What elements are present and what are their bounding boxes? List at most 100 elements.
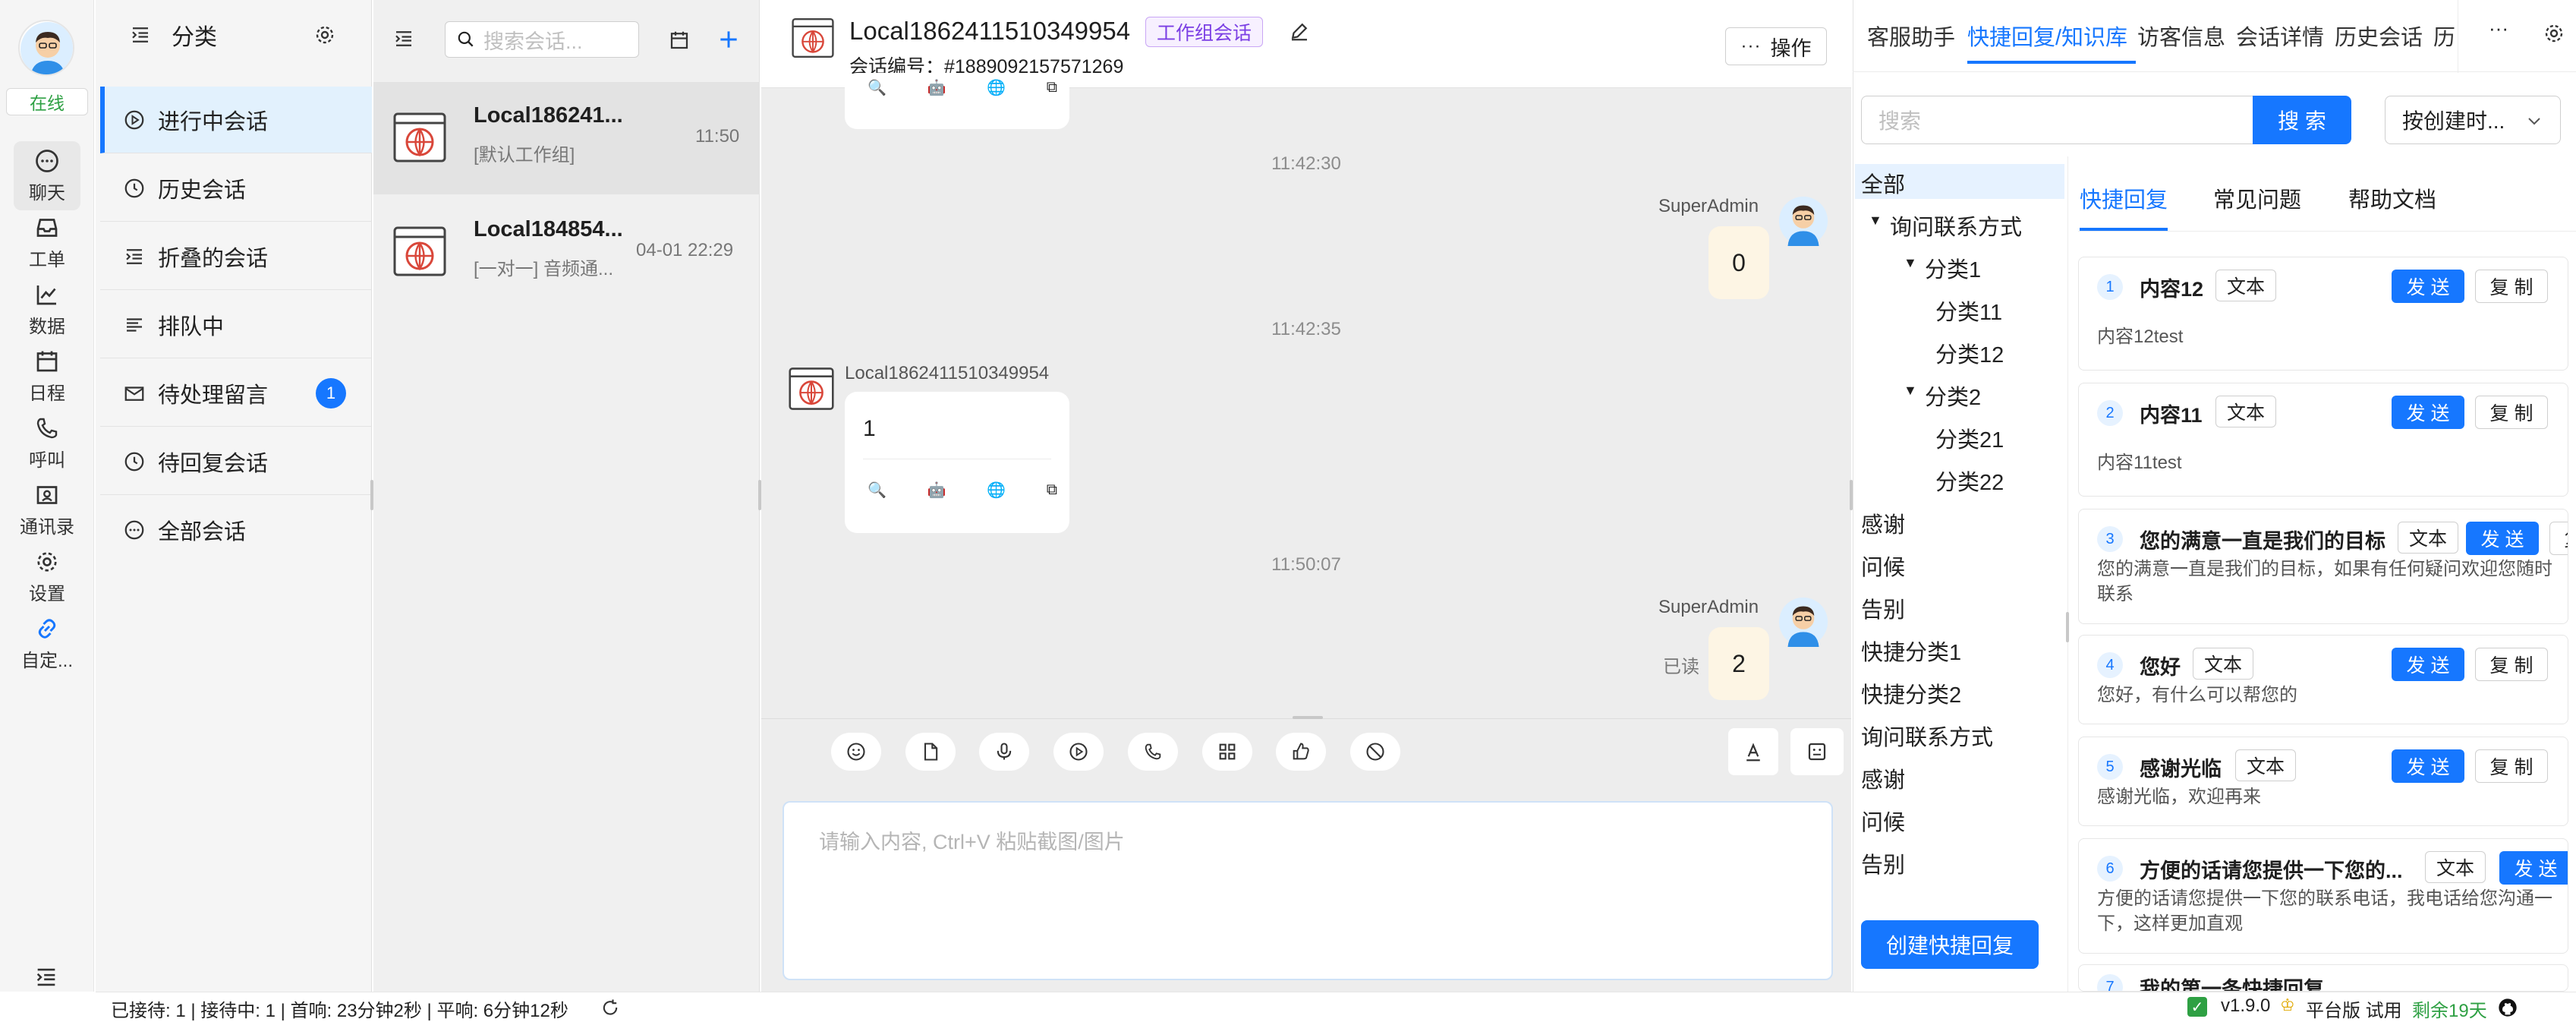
github-icon[interactable]: [2497, 997, 2518, 1018]
copy-button[interactable]: 复 制: [2475, 749, 2548, 783]
copy-button[interactable]: 复 制: [2475, 270, 2548, 303]
conversation-item[interactable]: Local186241... [默认工作组] 11:50: [373, 82, 760, 194]
calendar-icon[interactable]: [668, 29, 691, 52]
tree-item[interactable]: 询问联系方式: [1861, 720, 1993, 752]
call-button[interactable]: [1127, 733, 1178, 771]
rating-button[interactable]: [1276, 733, 1327, 771]
category-item-folded[interactable]: 折叠的会话: [100, 223, 372, 290]
subtab-help-docs[interactable]: 帮助文档: [2348, 182, 2436, 214]
copy-button[interactable]: 复 制: [2475, 648, 2548, 681]
translate-icon[interactable]: 🌐: [987, 78, 1006, 97]
rail-item-call[interactable]: 呼叫: [0, 415, 94, 472]
category-item-queue[interactable]: 排队中: [100, 292, 372, 358]
composer-resize-handle[interactable]: [1293, 716, 1323, 719]
send-button[interactable]: 发 送: [2392, 270, 2464, 303]
category-item-messages[interactable]: 待处理留言 1: [100, 360, 372, 427]
category-item-to-reply[interactable]: 待回复会话: [100, 428, 372, 495]
rail-item-custom[interactable]: 自定...: [0, 615, 94, 672]
conversation-search[interactable]: 搜索会话...: [445, 21, 639, 58]
block-button[interactable]: [1349, 733, 1400, 771]
actions-button[interactable]: ··· 操作: [1725, 27, 1827, 65]
robot-icon[interactable]: 🤖: [927, 481, 946, 500]
tree-item[interactable]: 全部: [1861, 167, 1905, 199]
rail-item-chat[interactable]: 聊天: [14, 141, 80, 210]
voice-button[interactable]: [979, 733, 1030, 771]
rail-item-ticket[interactable]: 工单: [0, 214, 94, 271]
tree-item[interactable]: 分类12: [1935, 337, 2004, 369]
search-icon[interactable]: 🔍: [868, 78, 886, 97]
tree-item[interactable]: 感谢: [1861, 507, 1905, 539]
fold-list-icon[interactable]: [392, 27, 416, 50]
copy-icon[interactable]: ⧉: [1047, 79, 1057, 96]
send-button[interactable]: 发 送: [2466, 522, 2539, 555]
list-icon[interactable]: [129, 24, 152, 46]
create-quick-reply-button[interactable]: 创建快捷回复: [1861, 920, 2039, 969]
tab-session-detail[interactable]: 会话详情: [2236, 20, 2324, 52]
tree-item[interactable]: 告别: [1861, 847, 1905, 879]
subtab-faq[interactable]: 常见问题: [2213, 182, 2301, 214]
tab-quick-reply[interactable]: 快捷回复/知识库: [1967, 20, 2127, 52]
more-icon[interactable]: ···: [2489, 17, 2508, 40]
copy-button[interactable]: 复 制: [2549, 522, 2568, 555]
tab-assistant[interactable]: 客服助手: [1867, 20, 1955, 52]
rail-item-schedule[interactable]: 日程: [0, 348, 94, 405]
collapse-menu-icon[interactable]: [33, 964, 59, 990]
quick-reply-card[interactable]: 3 您的满意一直是我们的目标 文本 发 送 复 制 您的满意一直是我们的目标，如…: [2078, 509, 2568, 624]
send-button[interactable]: 发 送: [2392, 749, 2464, 783]
category-item-all[interactable]: 全部会话: [100, 497, 372, 563]
edit-icon[interactable]: [1288, 20, 1311, 43]
tree-item[interactable]: 分类2: [1925, 380, 1981, 412]
tree-item[interactable]: 快捷分类1: [1861, 635, 1961, 667]
tree-item[interactable]: 告别: [1861, 592, 1905, 624]
quick-reply-card[interactable]: 1 内容12 文本 发 送 复 制 内容12test: [2078, 257, 2568, 371]
tab-overflow[interactable]: 历: [2433, 20, 2455, 52]
video-button[interactable]: [1053, 733, 1104, 771]
translate-icon[interactable]: 🌐: [987, 481, 1006, 500]
knowledge-search-button[interactable]: 搜 索: [2253, 96, 2351, 144]
refresh-icon[interactable]: [600, 997, 621, 1018]
caret-down-icon[interactable]: ▼: [1904, 255, 1917, 271]
quick-reply-button[interactable]: [1790, 728, 1844, 775]
caret-down-icon[interactable]: ▼: [1904, 383, 1917, 399]
rail-item-settings[interactable]: 设置: [0, 548, 94, 605]
quick-reply-card[interactable]: 7 我的第一条快捷回复: [2078, 964, 2568, 992]
online-status[interactable]: 在线: [6, 88, 88, 115]
send-button[interactable]: 发 送: [2499, 851, 2568, 885]
subtab-quick-reply[interactable]: 快捷回复: [2080, 182, 2168, 214]
knowledge-search-input[interactable]: 搜索: [1861, 96, 2253, 144]
send-button[interactable]: 发 送: [2392, 396, 2464, 429]
tree-item[interactable]: 快捷分类2: [1861, 677, 1961, 709]
tree-item[interactable]: 问候: [1861, 550, 1905, 582]
tree-item[interactable]: 分类22: [1935, 465, 2004, 497]
emoji-button[interactable]: [831, 733, 881, 771]
text-format-button[interactable]: [1728, 728, 1778, 775]
avatar[interactable]: [18, 20, 74, 76]
send-button[interactable]: 发 送: [2392, 648, 2464, 681]
quick-reply-card[interactable]: 4 您好 文本 发 送 复 制 您好，有什么可以帮您的: [2078, 635, 2568, 724]
robot-icon[interactable]: 🤖: [927, 78, 946, 97]
rail-item-contacts[interactable]: 通讯录: [0, 481, 94, 538]
gear-icon[interactable]: [313, 23, 337, 47]
conversation-item[interactable]: Local184854... [一对一] 音频通... 04-01 22:29: [373, 196, 760, 308]
quick-reply-card[interactable]: 5 感谢光临 文本 发 送 复 制 感谢光临，欢迎再来: [2078, 737, 2568, 826]
apps-button[interactable]: [1201, 733, 1252, 771]
tree-item[interactable]: 询问联系方式: [1890, 210, 2022, 241]
sort-select[interactable]: 按创建时...: [2385, 96, 2561, 144]
rail-item-data[interactable]: 数据: [0, 281, 94, 338]
search-icon[interactable]: 🔍: [868, 481, 886, 500]
category-item-ongoing[interactable]: 进行中会话: [100, 87, 372, 153]
resize-handle[interactable]: [2066, 612, 2069, 642]
add-icon[interactable]: [716, 27, 741, 52]
message-input[interactable]: 请输入内容, Ctrl+V 粘贴截图/图片: [783, 801, 1833, 980]
file-button[interactable]: [905, 733, 956, 771]
tree-item[interactable]: 分类1: [1925, 252, 1981, 284]
tab-visitor-info[interactable]: 访客信息: [2137, 20, 2225, 52]
copy-button[interactable]: 复 制: [2475, 396, 2548, 429]
gear-icon[interactable]: [2542, 21, 2566, 46]
tab-history[interactable]: 历史会话: [2335, 20, 2423, 52]
caret-down-icon[interactable]: ▼: [1869, 213, 1882, 229]
copy-icon[interactable]: ⧉: [1047, 481, 1057, 499]
tree-item[interactable]: 问候: [1861, 805, 1905, 837]
quick-reply-card[interactable]: 2 内容11 文本 发 送 复 制 内容11test: [2078, 383, 2568, 497]
tree-item[interactable]: 分类21: [1935, 422, 2004, 454]
